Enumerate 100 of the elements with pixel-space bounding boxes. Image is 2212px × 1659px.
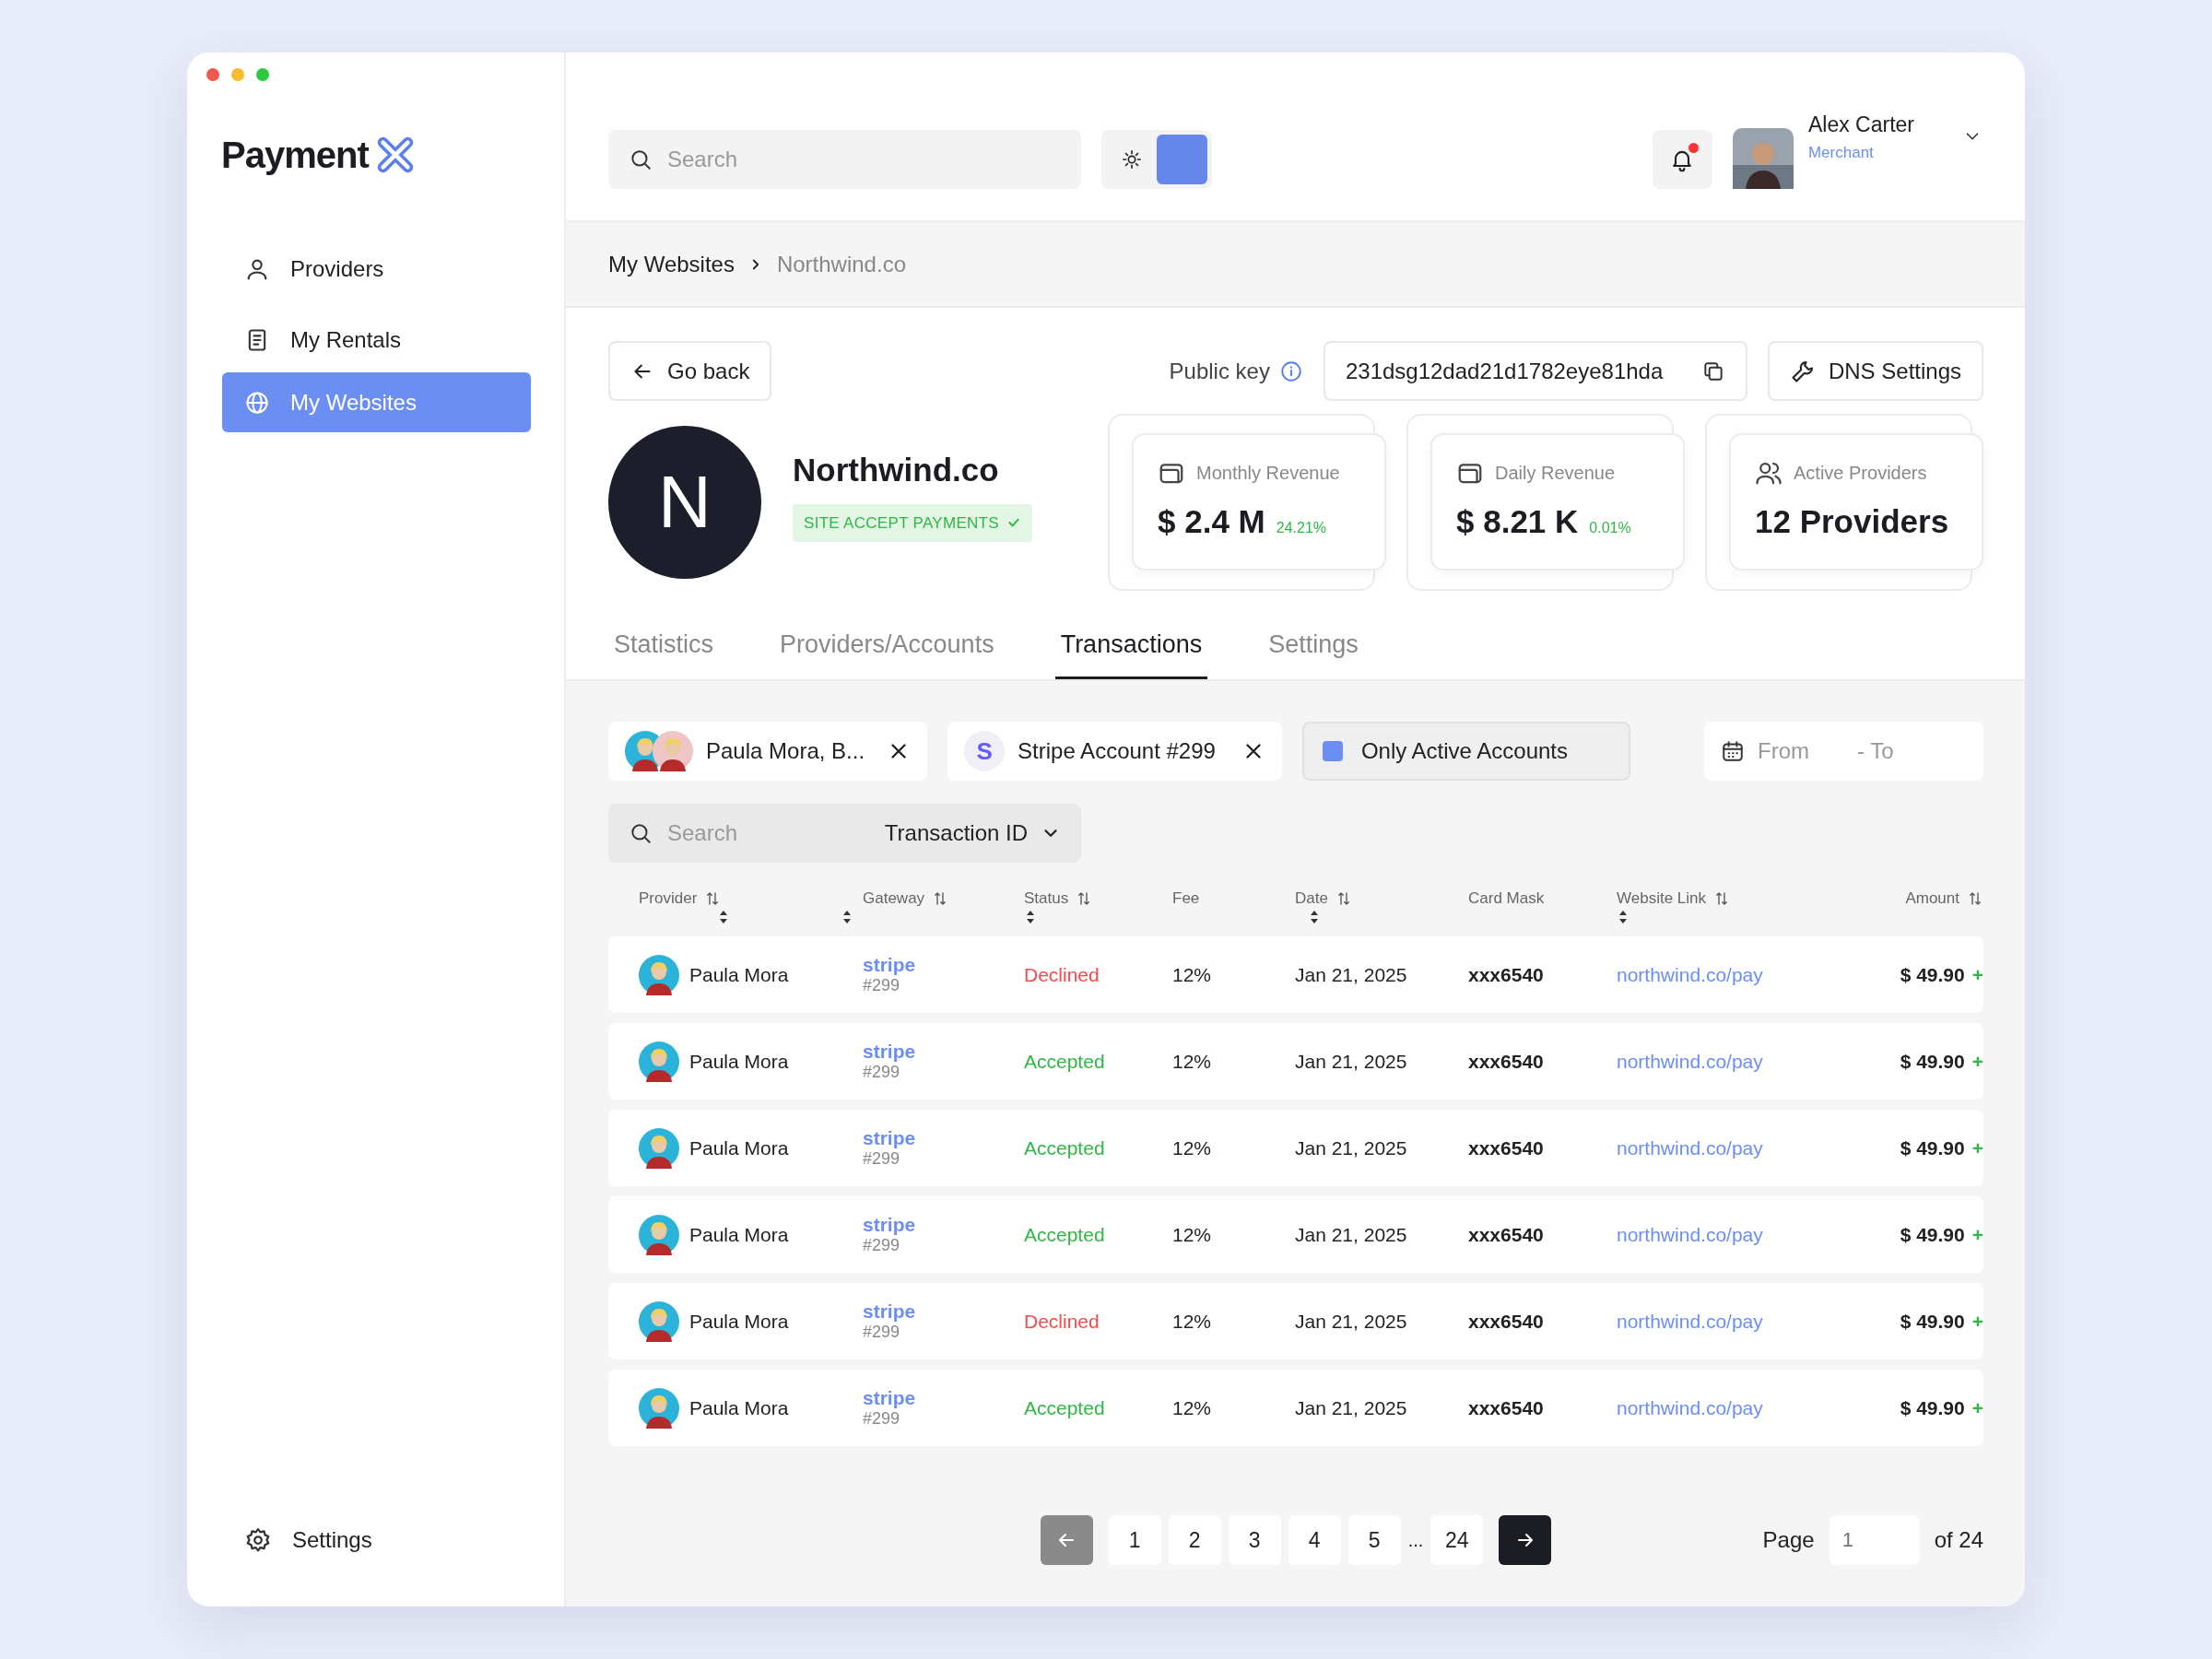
site-name: Northwind.co (793, 451, 999, 489)
amount-text: $ 49.90 (1900, 1395, 1965, 1420)
table-row[interactable]: Paula Mora stripe #299 Accepted 12% Jan 21, 2025 xxx6540 northwind.co/pay $ 49.90 + (608, 1196, 1983, 1273)
tab[interactable]: Statistics (608, 613, 720, 679)
search-field[interactable]: Search (608, 130, 1081, 189)
gateway-account: #299 (863, 1323, 901, 1343)
drag-handle-icon (1308, 910, 1321, 924)
date-text: Jan 21, 2025 (1295, 1050, 1407, 1072)
amount-sign: + (1971, 1135, 1983, 1160)
column-header[interactable]: Gateway (863, 887, 949, 911)
search-field[interactable]: Search Transaction ID (608, 804, 1081, 863)
sun-icon (1121, 149, 1142, 170)
status-text: Accepted (1024, 1136, 1105, 1159)
column-header[interactable]: Provider (639, 887, 722, 911)
card-mask-text: xxx6540 (1468, 1223, 1544, 1245)
logo-text: Payment (221, 134, 369, 177)
card-mask-text: xxx6540 (1468, 963, 1544, 985)
table-row[interactable]: Paula Mora stripe #299 Declined 12% Jan 21, 2025 xxx6540 northwind.co/pay $ 49.90 + (608, 936, 1983, 1013)
avatar[interactable] (1732, 128, 1794, 189)
breadcrumb-link[interactable]: My Websites (608, 247, 735, 281)
card-mask-text: xxx6540 (1468, 1136, 1544, 1159)
stat-label: Daily Revenue (1495, 462, 1616, 485)
table-row[interactable]: Paula Mora stripe #299 Declined 12% Jan 21, 2025 xxx6540 northwind.co/pay $ 49.90 + (608, 1283, 1983, 1359)
drag-handle-icon (841, 910, 853, 924)
gateway-name: stripe (863, 1300, 917, 1324)
amount-sign: + (1971, 1309, 1983, 1334)
column-header[interactable]: Status (1024, 887, 1093, 911)
search-icon (629, 147, 653, 171)
gateway-account: #299 (863, 976, 901, 996)
column-header[interactable]: Amount (1905, 887, 1983, 911)
drag-handle-icon (1024, 910, 1037, 924)
stat-label: Monthly Revenue (1196, 462, 1340, 485)
fee-text: 12% (1172, 1396, 1212, 1418)
avatar (639, 1127, 679, 1169)
checkbox[interactable] (1322, 741, 1343, 761)
column-header[interactable]: Date (1295, 887, 1352, 911)
column-header: Card Mask (1468, 888, 1545, 909)
amount-sign: + (1971, 1395, 1983, 1420)
date-text: Jan 21, 2025 (1295, 1223, 1407, 1245)
public-key-value: 231dsg12dad21d1782eye81hda (1345, 357, 1664, 385)
date-text: Jan 21, 2025 (1295, 1310, 1407, 1332)
page-input[interactable]: 1 (1829, 1515, 1920, 1565)
provider-name: Paula Mora (689, 1222, 789, 1247)
date-text: Jan 21, 2025 (1295, 1396, 1407, 1418)
next-page-button[interactable] (1499, 1515, 1552, 1565)
tab[interactable]: Settings (1263, 613, 1364, 679)
active-accounts-toggle[interactable]: Only Active Accounts (1301, 722, 1630, 781)
page-button[interactable]: 24 (1430, 1515, 1484, 1565)
globe-icon (244, 389, 270, 416)
card-mask-text: xxx6540 (1468, 1310, 1544, 1332)
page-button[interactable]: 4 (1288, 1515, 1341, 1565)
gateway-account: #299 (863, 1063, 901, 1083)
back-button[interactable]: Go back (608, 341, 772, 401)
stat-value: $ 2.4 M (1158, 502, 1265, 541)
page-button[interactable]: 2 (1168, 1515, 1221, 1565)
gateway-account: #299 (863, 1409, 901, 1430)
date-to-placeholder: - To (1857, 737, 1894, 765)
sidebar-item[interactable]: Settings (222, 1510, 531, 1570)
notifications-button[interactable] (1652, 130, 1712, 189)
gateway-account: #299 (863, 1236, 901, 1256)
column-header[interactable]: Website Link (1617, 887, 1730, 911)
tab[interactable]: Providers/Accounts (774, 613, 1000, 679)
public-key-field[interactable]: 231dsg12dad21d1782eye81hda (1323, 341, 1747, 401)
gateway-filter-chip[interactable]: S Stripe Account #299 (947, 722, 1282, 781)
table-row[interactable]: Paula Mora stripe #299 Accepted 12% Jan 21, 2025 xxx6540 northwind.co/pay $ 49.90 + (608, 1110, 1983, 1186)
column-header: Fee (1172, 888, 1200, 909)
status-badge: SITE ACCEPT PAYMENTS (793, 503, 1032, 542)
gateway-name: stripe (863, 1040, 917, 1064)
theme-toggle[interactable] (1101, 130, 1212, 189)
window-control-dot[interactable] (231, 68, 244, 81)
gateway-name: stripe (863, 953, 917, 977)
field-dropdown[interactable]: Transaction ID (884, 817, 1061, 850)
avatar (653, 731, 693, 771)
search-input[interactable]: Search (665, 816, 872, 851)
sidebar-item[interactable]: My Rentals (222, 314, 531, 365)
provider-filter-chip[interactable]: Paula Mora, B... (608, 722, 928, 781)
page-button[interactable]: 1 (1108, 1515, 1161, 1565)
user-role: Merchant (1807, 142, 1875, 163)
window-control-dot[interactable] (256, 68, 269, 81)
search-input[interactable]: Search (665, 142, 1061, 177)
stat-value: 12 Providers (1755, 502, 1949, 541)
stat-label: Active Providers (1794, 462, 1927, 485)
window-control-dot[interactable] (206, 68, 219, 81)
gateway-account: #299 (863, 1149, 901, 1170)
avatar (639, 1214, 679, 1255)
chip-label: Paula Mora, B... (706, 737, 865, 765)
card-mask-text: xxx6540 (1468, 1396, 1544, 1418)
page-button[interactable]: 5 (1347, 1515, 1401, 1565)
table-row[interactable]: Paula Mora stripe #299 Accepted 12% Jan 21, 2025 xxx6540 northwind.co/pay $ 49.90 + (608, 1023, 1983, 1100)
site-logo: N (608, 426, 761, 579)
sidebar-item[interactable]: Providers (222, 243, 531, 294)
dns-settings-button[interactable]: DNS Settings (1767, 341, 1983, 401)
page-button[interactable]: 3 (1228, 1515, 1281, 1565)
page-total: of 24 (1934, 1526, 1983, 1554)
fee-text: 12% (1172, 1050, 1212, 1072)
provider-name: Paula Mora (689, 1049, 789, 1074)
date-text: Jan 21, 2025 (1295, 1136, 1407, 1159)
breadcrumb-current: Northwind.co (776, 250, 906, 278)
table-row[interactable]: Paula Mora stripe #299 Accepted 12% Jan 21, 2025 xxx6540 northwind.co/pay $ 49.90 + (608, 1370, 1983, 1446)
search-icon (629, 821, 653, 845)
